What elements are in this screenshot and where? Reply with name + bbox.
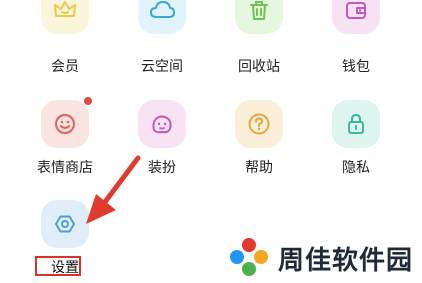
wallet-icon	[332, 0, 380, 34]
menu-item-label: 帮助	[245, 160, 273, 176]
watermark-text: 周佳软件园	[278, 246, 414, 276]
notification-dot	[84, 97, 92, 105]
trash-icon	[235, 0, 283, 34]
watermark: 周佳软件园	[228, 236, 418, 276]
question-icon	[235, 100, 283, 148]
menu-item-label: 会员	[51, 59, 79, 75]
crown-icon	[41, 0, 89, 34]
pointer-arrow-icon	[86, 155, 141, 224]
menu-item-label: 云空间	[141, 59, 183, 75]
face-costume-icon	[138, 100, 186, 148]
smiley-icon	[41, 97, 92, 148]
lock-icon	[332, 100, 380, 148]
menu-item-label: 回收站	[238, 59, 280, 75]
cloud-icon	[138, 0, 186, 34]
menu-item-label: 隐私	[342, 160, 370, 176]
pinwheel-logo	[230, 238, 268, 276]
settings-highlight-box	[35, 256, 81, 276]
menu-item-label: 钱包	[342, 59, 370, 75]
